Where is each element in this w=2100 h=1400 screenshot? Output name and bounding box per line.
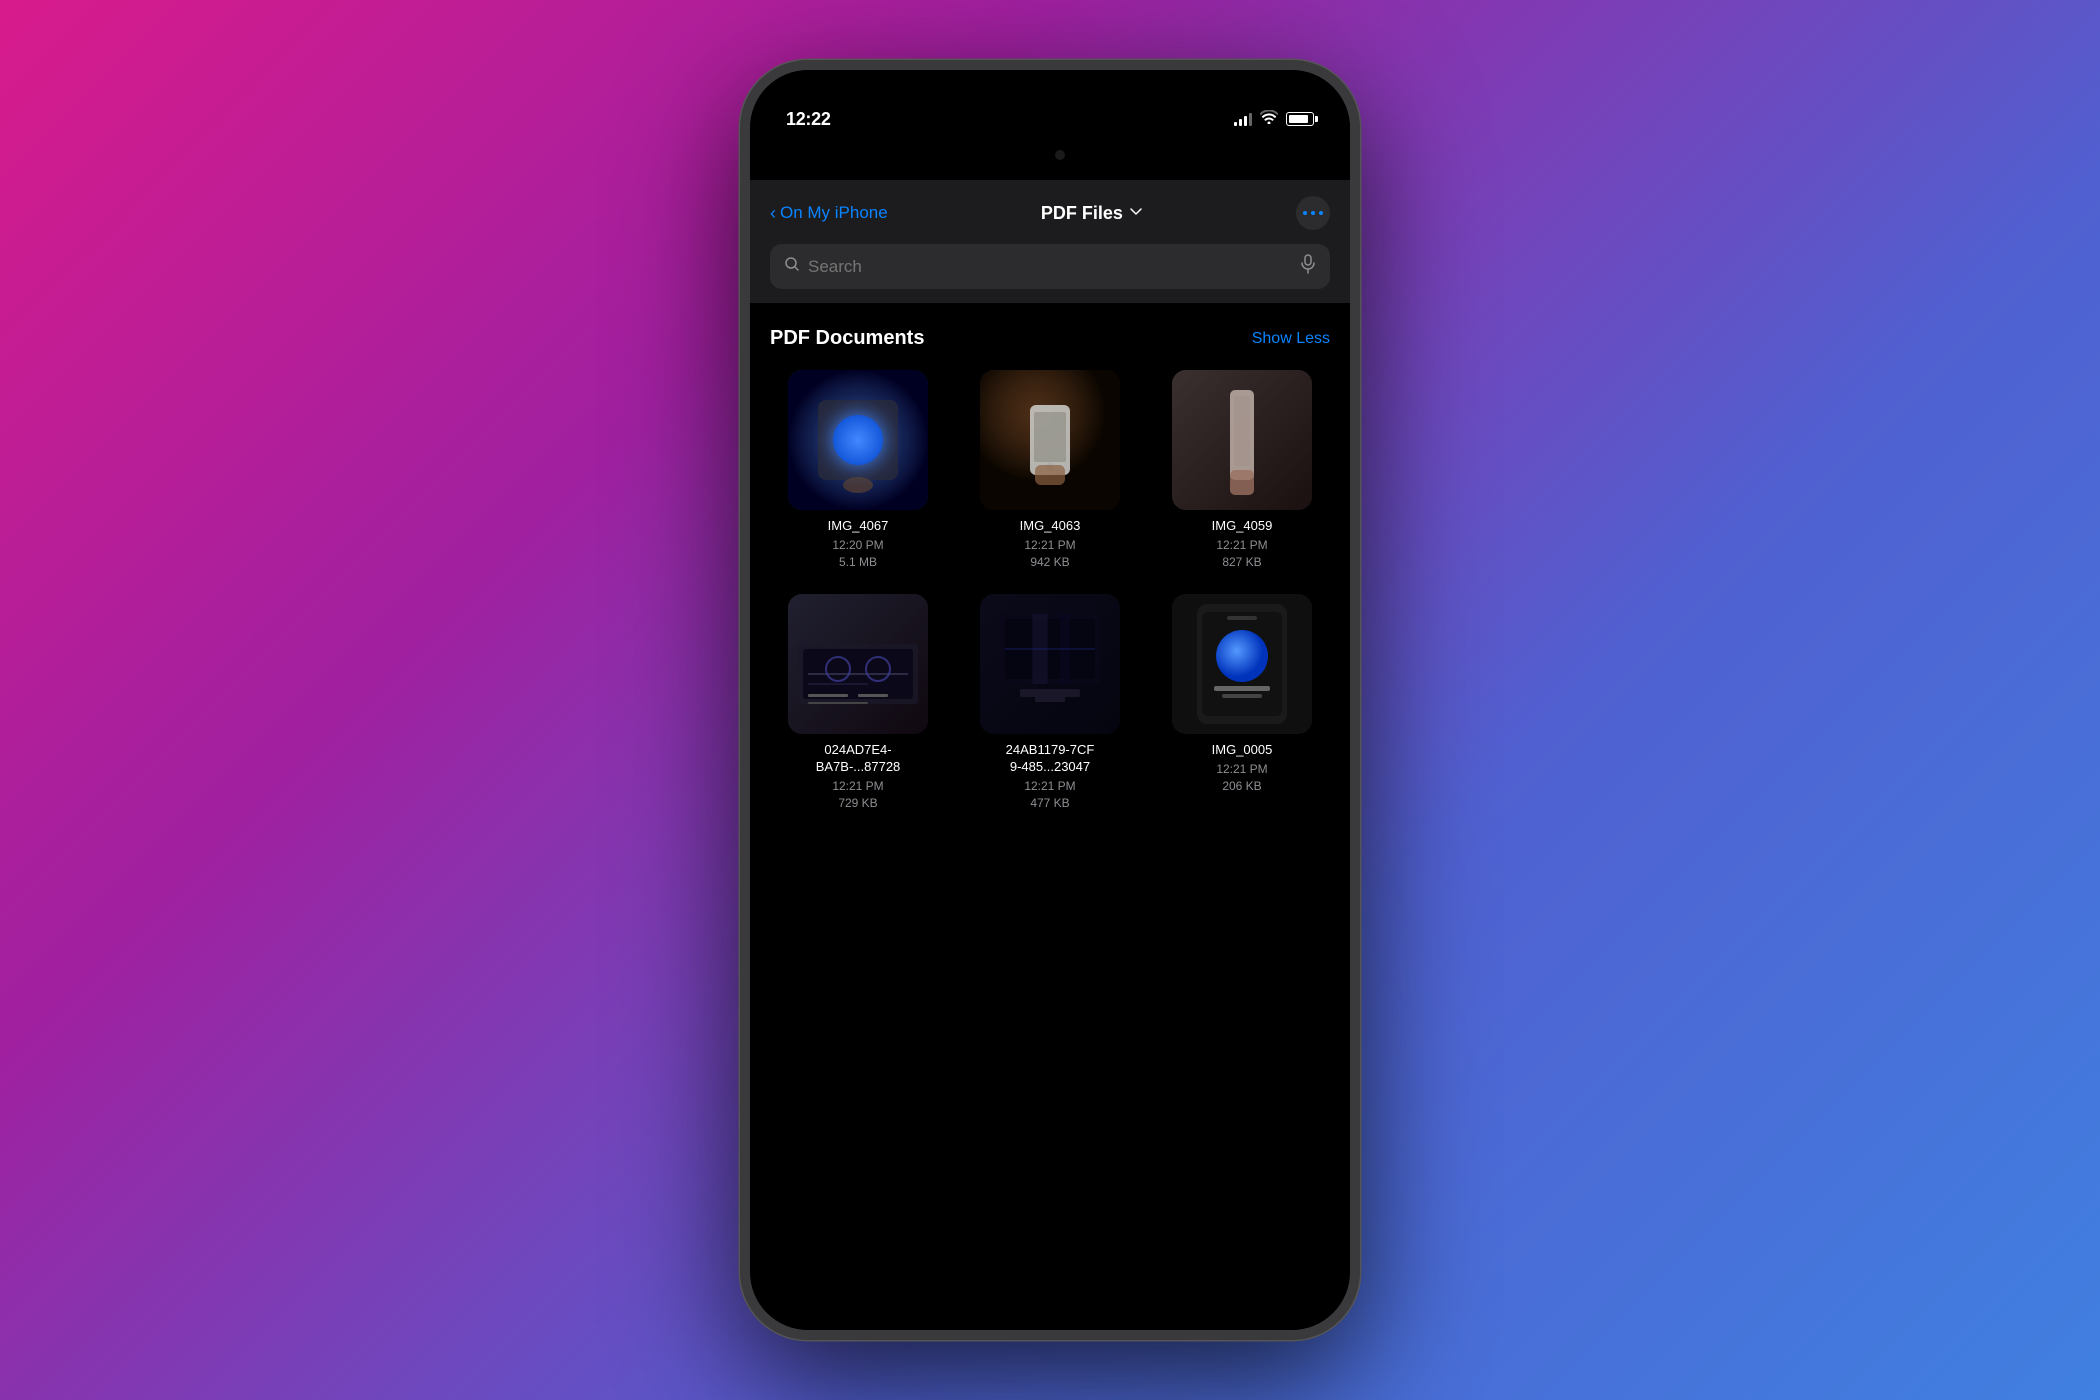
file-meta: 12:21 PM827 KB xyxy=(1216,537,1267,571)
list-item[interactable]: IMG_4059 12:21 PM827 KB xyxy=(1154,370,1330,570)
file-name: IMG_4067 xyxy=(828,518,889,535)
more-button[interactable] xyxy=(1296,196,1330,230)
camera-dot xyxy=(1055,150,1065,160)
status-time: 12:22 xyxy=(786,109,831,130)
file-thumbnail xyxy=(980,594,1120,734)
chevron-left-icon: ‹ xyxy=(770,203,776,224)
list-item[interactable]: IMG_0005 12:21 PM206 KB xyxy=(1154,594,1330,811)
list-item[interactable]: 024AD7E4-BA7B-...87728 12:21 PM729 KB xyxy=(770,594,946,811)
signal-icon xyxy=(1234,112,1252,126)
top-area: 12:22 xyxy=(750,70,1350,174)
section-header: PDF Documents Show Less xyxy=(770,327,1330,350)
status-icons xyxy=(1234,110,1314,129)
file-name: IMG_4059 xyxy=(1212,518,1273,535)
file-name: IMG_0005 xyxy=(1212,742,1273,759)
wifi-icon xyxy=(1260,110,1278,129)
search-icon xyxy=(784,256,800,277)
file-meta: 12:20 PM5.1 MB xyxy=(832,537,883,571)
file-thumbnail xyxy=(788,370,928,510)
nav-title-group: PDF Files xyxy=(1041,203,1143,224)
file-thumbnail xyxy=(788,594,928,734)
search-bar[interactable] xyxy=(770,244,1330,289)
mic-icon[interactable] xyxy=(1300,254,1316,279)
content-area: PDF Documents Show Less xyxy=(750,303,1350,1330)
file-meta: 12:21 PM477 KB xyxy=(1024,778,1075,812)
screen: 12:22 xyxy=(750,70,1350,1330)
back-label: On My iPhone xyxy=(780,203,888,223)
phone-frame: 12:22 xyxy=(740,60,1360,1340)
file-thumbnail xyxy=(980,370,1120,510)
file-thumbnail xyxy=(1172,594,1312,734)
list-item[interactable]: IMG_4063 12:21 PM942 KB xyxy=(962,370,1138,570)
files-grid: IMG_4067 12:20 PM5.1 MB xyxy=(770,370,1330,812)
nav-bar: ‹ On My iPhone PDF Files xyxy=(750,180,1350,303)
file-name: 024AD7E4-BA7B-...87728 xyxy=(816,742,901,776)
file-meta: 12:21 PM206 KB xyxy=(1216,761,1267,795)
nav-top: ‹ On My iPhone PDF Files xyxy=(770,196,1330,230)
list-item[interactable]: 24AB1179-7CF9-485...23047 12:21 PM477 KB xyxy=(962,594,1138,811)
file-name: 24AB1179-7CF9-485...23047 xyxy=(1006,742,1095,776)
status-bar: 12:22 xyxy=(750,84,1350,144)
back-button[interactable]: ‹ On My iPhone xyxy=(770,203,888,224)
show-less-button[interactable]: Show Less xyxy=(1252,330,1330,348)
nav-chevron-icon[interactable] xyxy=(1129,205,1143,222)
file-name: IMG_4063 xyxy=(1020,518,1081,535)
nav-title: PDF Files xyxy=(1041,203,1123,224)
file-meta: 12:21 PM729 KB xyxy=(832,778,883,812)
section-title: PDF Documents xyxy=(770,327,924,350)
list-item[interactable]: IMG_4067 12:20 PM5.1 MB xyxy=(770,370,946,570)
dynamic-island xyxy=(985,136,1115,174)
search-input[interactable] xyxy=(808,257,1292,277)
battery-icon xyxy=(1286,112,1314,126)
file-thumbnail xyxy=(1172,370,1312,510)
file-meta: 12:21 PM942 KB xyxy=(1024,537,1075,571)
